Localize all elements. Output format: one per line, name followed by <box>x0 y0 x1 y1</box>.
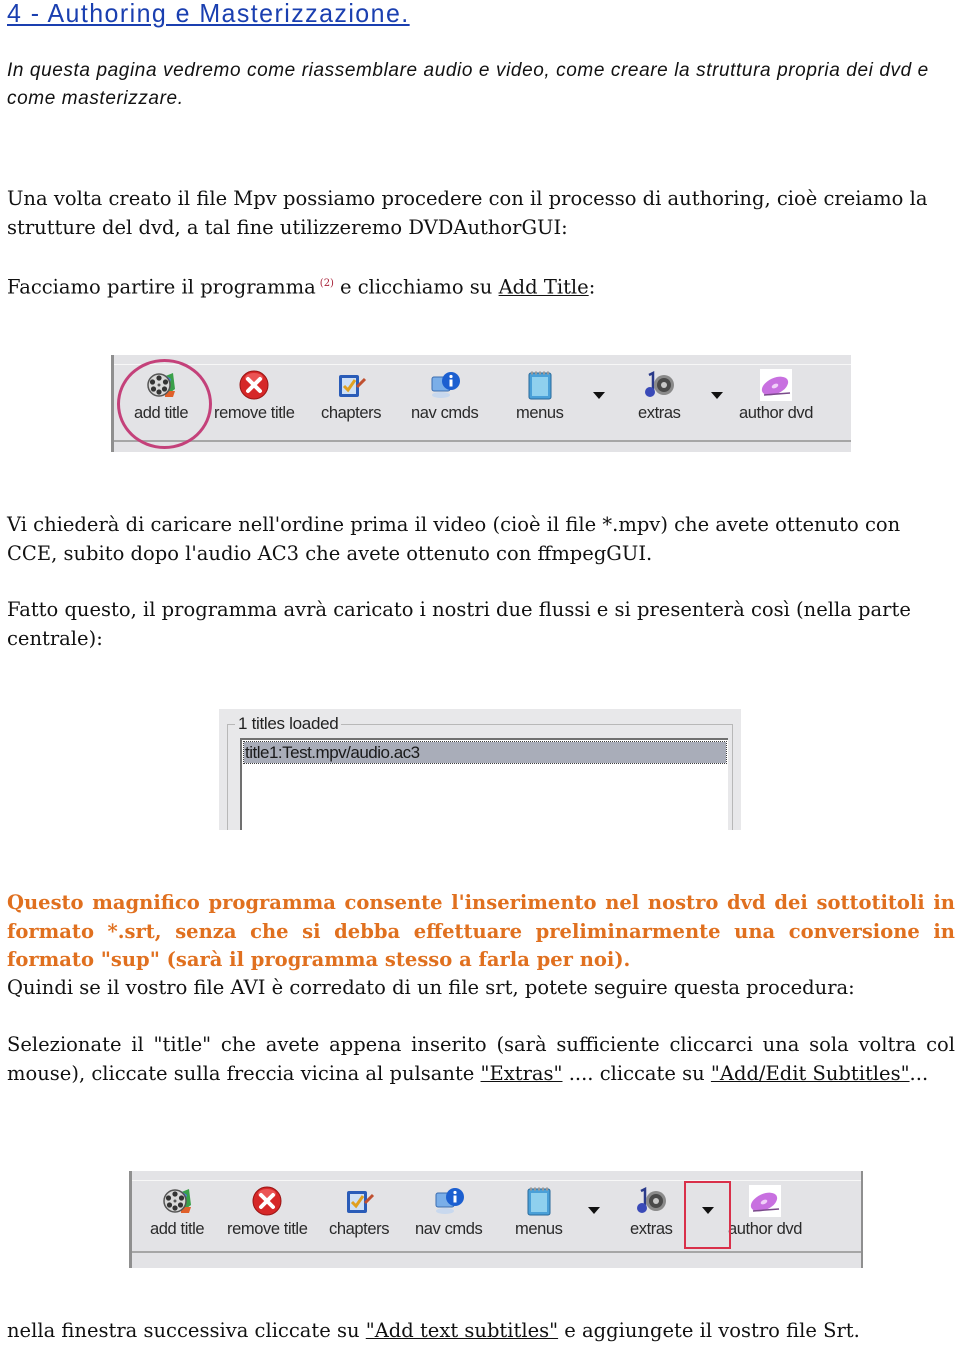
disc-icon <box>760 369 792 401</box>
button-label: author dvd <box>728 1220 802 1238</box>
music-speaker-icon <box>635 1185 667 1217</box>
paragraph-authoring-intro: Una volta creato il file Mpv possiamo pr… <box>7 187 928 239</box>
footnote-ref[interactable]: (2) <box>320 278 334 289</box>
button-label: author dvd <box>739 404 813 422</box>
highlight-rect-extras-arrow <box>684 1181 731 1249</box>
toolbar-bottom-edge <box>114 440 851 442</box>
extras-link[interactable]: "Extras" <box>481 1062 563 1085</box>
text-after: : <box>588 275 596 299</box>
toolbar-screenshot-extras-arrow: add title remove title chapters nav cmds… <box>129 1171 863 1268</box>
button-label: remove title <box>214 404 295 422</box>
notepad-icon <box>524 369 556 401</box>
red-x-icon <box>238 369 270 401</box>
film-reel-icon <box>161 1185 193 1217</box>
toolbar-button-menus[interactable]: menus <box>515 1185 563 1239</box>
disc-icon <box>749 1185 781 1217</box>
toolbar-button-remove-title[interactable]: remove title <box>227 1185 308 1239</box>
intro-text: In questa pagina vedremo come riassembla… <box>7 60 929 109</box>
toolbar-bottom-edge <box>132 1251 861 1253</box>
button-label: nav cmds <box>415 1220 483 1238</box>
titles-list-screenshot: 1 titles loaded title1:Test.mpv/audio.ac… <box>219 709 741 830</box>
button-label: extras <box>638 404 681 422</box>
button-label: extras <box>630 1220 673 1238</box>
add-title-link[interactable]: Add Title <box>499 276 589 299</box>
page-heading[interactable]: 4 - Authoring e Masterizzazione. <box>7 0 410 29</box>
red-x-icon <box>251 1185 283 1217</box>
paragraph-streams-loaded: Fatto questo, il programma avrà caricato… <box>7 598 911 650</box>
button-label: menus <box>515 1220 563 1238</box>
add-edit-subtitles-link[interactable]: "Add/Edit Subtitles" <box>711 1062 910 1085</box>
notepad-icon <box>523 1185 555 1217</box>
titles-listbox[interactable]: title1:Test.mpv/audio.ac3 <box>240 738 728 830</box>
toolbar-button-add-title[interactable]: add title <box>150 1185 205 1239</box>
checklist-icon <box>335 369 367 401</box>
info-computer-icon <box>433 1185 465 1217</box>
toolbar-button-menus[interactable]: menus <box>516 369 564 423</box>
toolbar-button-extras[interactable]: extras <box>630 1185 673 1239</box>
title-list-item[interactable]: title1:Test.mpv/audio.ac3 <box>243 741 727 764</box>
checklist-icon <box>343 1185 375 1217</box>
toolbar-button-chapters[interactable]: chapters <box>329 1185 389 1239</box>
menus-dropdown-arrow[interactable] <box>593 392 605 399</box>
toolbar-button-nav-cmds[interactable]: nav cmds <box>411 369 479 423</box>
button-label: add title <box>150 1220 205 1238</box>
text-before: Facciamo partire il programma <box>7 275 316 299</box>
info-computer-icon <box>429 369 461 401</box>
toolbar-button-author-dvd[interactable]: author dvd <box>728 1185 802 1239</box>
extras-dropdown-arrow[interactable] <box>711 392 723 399</box>
button-label: chapters <box>321 404 382 422</box>
highlight-circle-add-title <box>117 359 212 449</box>
paragraph-add-text-subtitles: nella finestra successiva cliccate su "A… <box>7 1317 955 1346</box>
text-after: ... <box>909 1061 929 1085</box>
toolbar-button-nav-cmds[interactable]: nav cmds <box>415 1185 483 1239</box>
button-label: chapters <box>329 1220 390 1238</box>
button-label: remove title <box>227 1220 308 1238</box>
toolbar-button-author-dvd[interactable]: author dvd <box>739 369 813 423</box>
text-middle: .... cliccate su <box>568 1061 705 1085</box>
text-middle: e clicchiamo su <box>339 275 493 299</box>
text-before: nella finestra successiva cliccate su <box>7 1319 360 1342</box>
paragraph-srt-procedure: Quindi se il vostro file AVI è corredato… <box>7 976 855 999</box>
toolbar-button-extras[interactable]: extras <box>638 369 681 423</box>
toolbar-button-remove-title[interactable]: remove title <box>214 369 295 423</box>
toolbar-button-chapters[interactable]: chapters <box>321 369 381 423</box>
text-after: e aggiungete il vostro file Srt. <box>564 1319 860 1342</box>
music-speaker-icon <box>643 369 675 401</box>
toolbar-top-edge <box>132 1180 861 1181</box>
button-label: nav cmds <box>411 404 479 422</box>
paragraph-select-title-steps: Selezionate il "title" che avete appena … <box>7 1031 955 1088</box>
titles-loaded-label: 1 titles loaded <box>235 714 342 734</box>
paragraph-subtitles-feature: Questo magnifico programma consente l'in… <box>7 891 955 971</box>
toolbar-top-edge <box>114 364 851 365</box>
paragraph-load-video-audio: Vi chiederà di caricare nell'ordine prim… <box>7 513 901 565</box>
button-label: menus <box>516 404 564 422</box>
toolbar-screenshot-add-title: add title remove title chapters nav cmds… <box>111 355 851 452</box>
paragraph-start-program: Facciamo partire il programma (2) e clicch… <box>7 270 955 302</box>
add-text-subtitles-link[interactable]: "Add text subtitles" <box>366 1319 558 1342</box>
menus-dropdown-arrow[interactable] <box>588 1207 600 1214</box>
